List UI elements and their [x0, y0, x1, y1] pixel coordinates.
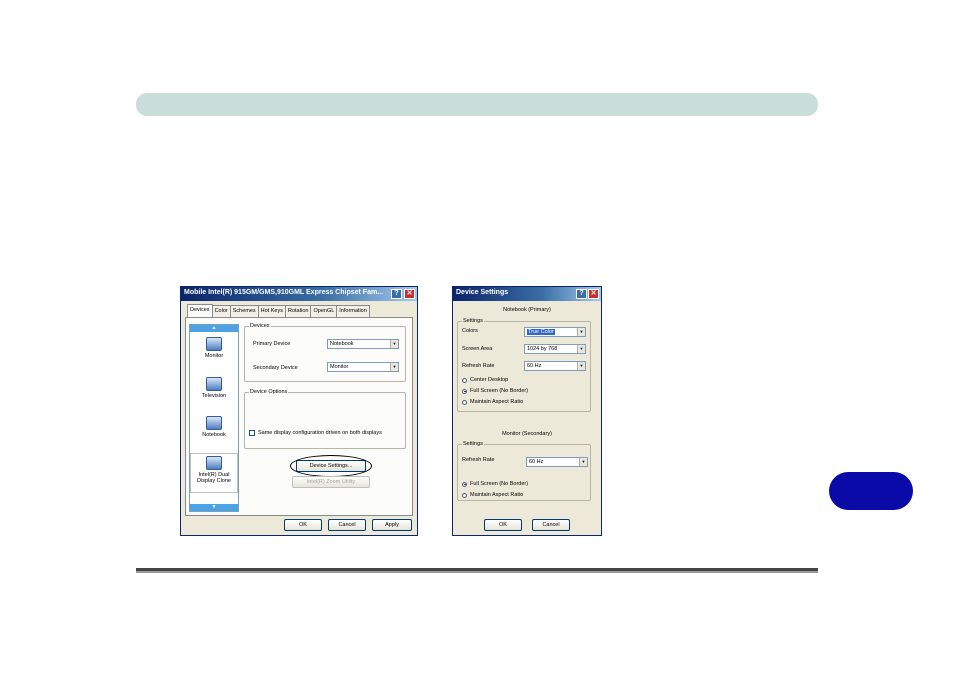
- radio-monitor-full-screen[interactable]: Full Screen (No Border): [462, 481, 528, 487]
- screen-area-label: Screen Area: [462, 346, 493, 352]
- window-title: Mobile Intel(R) 915GM/GMS,910GML Express…: [184, 289, 384, 296]
- secondary-device-label: Secondary Device: [253, 365, 298, 371]
- tab-color[interactable]: Color: [211, 305, 231, 317]
- page-tab-marker: [829, 472, 913, 510]
- chevron-down-icon: ▼: [577, 362, 585, 370]
- tab-devices[interactable]: Devices: [187, 304, 213, 317]
- titlebar: Device Settings ? ✕: [453, 287, 601, 301]
- device-item-label: Intel(R) Dual Display Clone: [197, 472, 231, 484]
- television-icon: [206, 377, 222, 391]
- notebook-heading: Notebook (Primary): [503, 307, 551, 313]
- scroll-down-icon[interactable]: ▼: [190, 504, 238, 511]
- refresh-rate-value: 60 Hz: [527, 363, 542, 369]
- tab-information[interactable]: Information: [336, 305, 370, 317]
- device-list[interactable]: ▲ Monitor Television Notebook Intel(R) D…: [189, 324, 239, 512]
- devices-group: Devices Primary Device Notebook ▼ Second…: [244, 323, 406, 382]
- devices-group-label: Devices: [249, 323, 271, 330]
- settings-group-label: Settings: [462, 318, 484, 325]
- devices-panel: ▲ Monitor Television Notebook Intel(R) D…: [185, 317, 413, 516]
- scroll-up-icon[interactable]: ▲: [190, 325, 238, 332]
- dual-display-icon: [206, 456, 222, 470]
- primary-device-select[interactable]: Notebook ▼: [327, 339, 399, 349]
- highlight-circle: [290, 455, 372, 477]
- same-display-checkbox[interactable]: Same display configuration driven on bot…: [249, 430, 382, 436]
- monitor-settings-group: Settings Refresh Rate 60 Hz ▼ Full Scree…: [457, 441, 591, 501]
- chevron-down-icon: ▼: [390, 340, 398, 348]
- device-item-monitor[interactable]: Monitor: [190, 337, 238, 359]
- chipset-properties-window: Mobile Intel(R) 915GM/GMS,910GML Express…: [180, 286, 418, 536]
- zoom-utility-button[interactable]: Intel(R) Zoom Utility: [292, 476, 370, 488]
- ok-button[interactable]: OK: [284, 519, 322, 531]
- device-options-group: Device Options Same display configuratio…: [244, 389, 406, 449]
- settings-group-label: Settings: [462, 441, 484, 448]
- window-title: Device Settings: [456, 289, 509, 296]
- radio-label: Full Screen (No Border): [470, 481, 529, 487]
- close-icon[interactable]: ✕: [404, 289, 415, 299]
- radio-dot: [462, 481, 467, 487]
- chevron-down-icon: ▼: [577, 328, 585, 336]
- chevron-down-icon: ▼: [390, 363, 398, 371]
- radio-label: Center Desktop: [470, 377, 509, 383]
- chevron-down-icon: ▼: [577, 345, 585, 353]
- device-item-label: Television: [201, 393, 227, 399]
- close-icon[interactable]: ✕: [588, 289, 599, 299]
- radio-monitor-maintain-aspect[interactable]: Maintain Aspect Ratio: [462, 492, 523, 498]
- notebook-icon: [206, 416, 222, 430]
- settings-ok-button[interactable]: OK: [484, 519, 522, 531]
- device-settings-window: Device Settings ? ✕ Notebook (Primary) S…: [452, 286, 602, 536]
- monitor-heading: Monitor (Secondary): [502, 431, 552, 437]
- primary-device-value: Notebook: [330, 341, 354, 347]
- radio-label: Full Screen (No Border): [470, 388, 529, 394]
- tab-rotation[interactable]: Rotation: [284, 305, 312, 317]
- notebook-settings-group: Settings Colors True Color ▼ Screen Area…: [457, 318, 591, 412]
- checkbox-box: [249, 430, 255, 436]
- colors-label: Colors: [462, 328, 478, 334]
- primary-device-label: Primary Device: [253, 341, 291, 347]
- settings-cancel-button[interactable]: Cancel: [532, 519, 570, 531]
- titlebar: Mobile Intel(R) 915GM/GMS,910GML Express…: [181, 287, 417, 301]
- colors-select[interactable]: True Color ▼: [524, 327, 586, 337]
- chevron-down-icon: ▼: [579, 458, 587, 466]
- refresh-rate-select[interactable]: 60 Hz ▼: [524, 361, 586, 371]
- radio-center-desktop[interactable]: Center Desktop: [462, 377, 508, 383]
- device-item-notebook[interactable]: Notebook: [190, 416, 238, 438]
- tab-strip: Devices Color Schemes Hot Keys Rotation …: [187, 304, 370, 317]
- help-icon[interactable]: ?: [576, 289, 587, 299]
- screen-area-value: 1024 by 768: [527, 346, 558, 352]
- device-item-television[interactable]: Television: [190, 377, 238, 399]
- monitor-refresh-rate-select[interactable]: 60 Hz ▼: [526, 457, 588, 467]
- device-item-dual-display-clone[interactable]: Intel(R) Dual Display Clone: [190, 453, 238, 493]
- device-item-label: Notebook: [202, 432, 226, 438]
- refresh-rate-label: Refresh Rate: [462, 363, 495, 369]
- help-icon[interactable]: ?: [391, 289, 402, 299]
- device-item-label: Monitor: [204, 353, 224, 359]
- radio-dot: [462, 492, 467, 498]
- secondary-device-value: Monitor: [330, 364, 349, 370]
- device-options-label: Device Options: [249, 389, 289, 396]
- tab-schemes[interactable]: Schemes: [229, 305, 259, 317]
- radio-dot: [462, 377, 467, 383]
- tab-hot-keys[interactable]: Hot Keys: [257, 305, 286, 317]
- radio-dot: [462, 399, 467, 405]
- monitor-refresh-rate-value: 60 Hz: [529, 459, 544, 465]
- radio-label: Maintain Aspect Ratio: [470, 399, 524, 405]
- screen-area-select[interactable]: 1024 by 768 ▼: [524, 344, 586, 354]
- monitor-icon: [206, 337, 222, 351]
- refresh-rate-label: Refresh Rate: [462, 457, 495, 463]
- cancel-button[interactable]: Cancel: [328, 519, 366, 531]
- radio-maintain-aspect[interactable]: Maintain Aspect Ratio: [462, 399, 523, 405]
- colors-value: True Color: [527, 329, 555, 335]
- radio-full-screen[interactable]: Full Screen (No Border): [462, 388, 528, 394]
- apply-button[interactable]: Apply: [372, 519, 412, 531]
- radio-label: Maintain Aspect Ratio: [470, 492, 524, 498]
- page-header-bar: [136, 93, 818, 116]
- checkbox-label: Same display configuration driven on bot…: [258, 430, 382, 436]
- tab-opengl[interactable]: OpenGL: [310, 305, 338, 317]
- radio-dot: [462, 388, 467, 394]
- footer-rule: [136, 568, 818, 573]
- secondary-device-select[interactable]: Monitor ▼: [327, 362, 399, 372]
